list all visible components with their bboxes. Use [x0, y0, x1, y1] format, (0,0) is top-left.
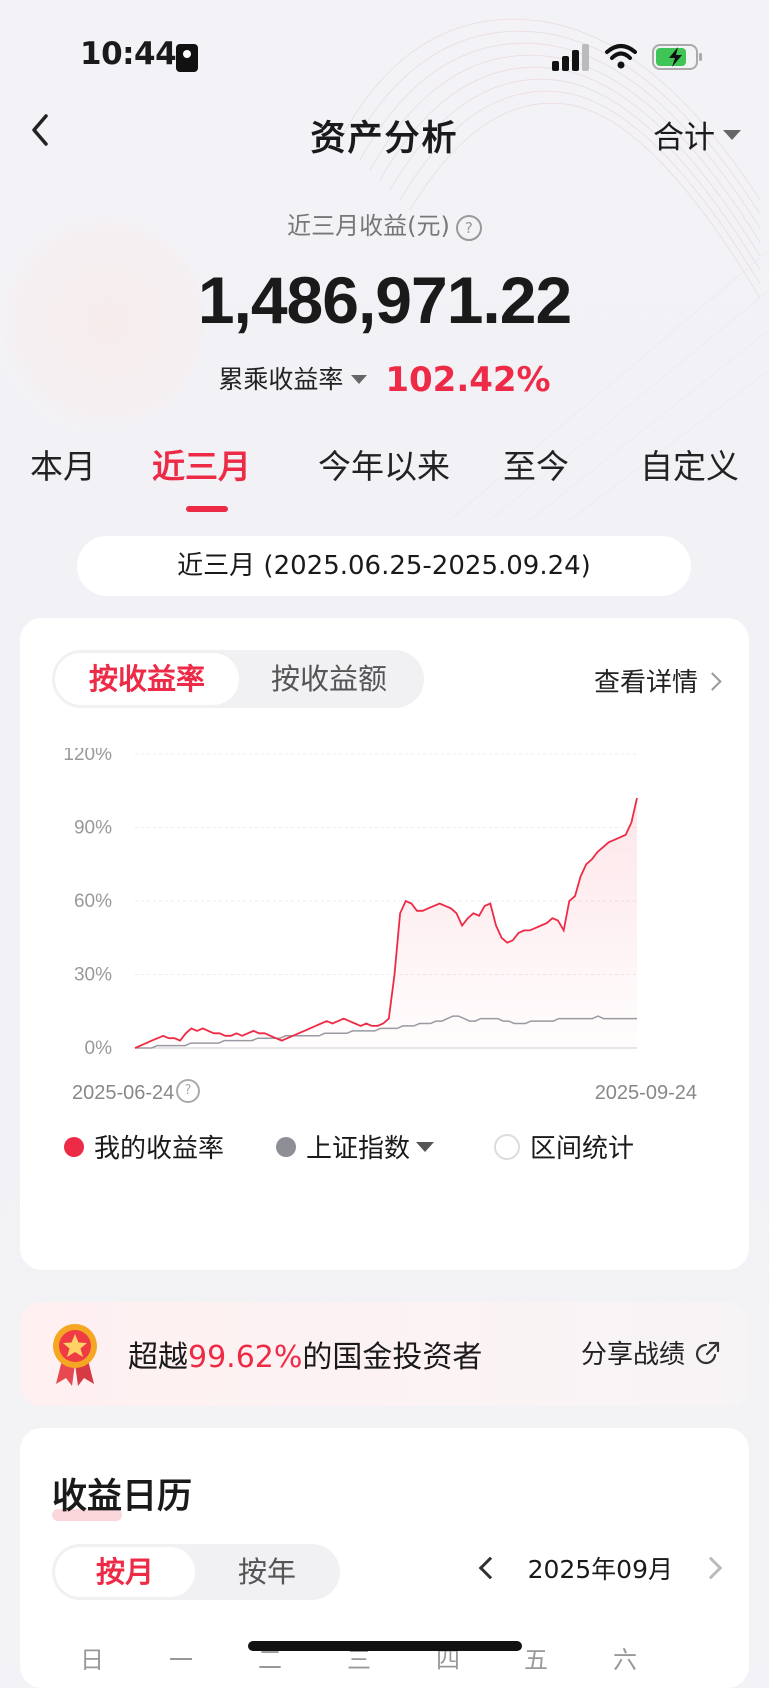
status-time: 10:44	[80, 36, 177, 72]
tab-by-rate[interactable]: 按收益率	[55, 653, 239, 705]
earnings-label: 近三月收益(元)	[287, 212, 450, 240]
home-indicator[interactable]	[248, 1641, 522, 1651]
y-tick-label: 120%	[63, 748, 112, 765]
rate-value: 102.42%	[385, 360, 551, 400]
date-range-pill[interactable]: 近三月 (2025.06.25-2025.09.24)	[77, 536, 691, 596]
tab-last-three-months[interactable]: 近三月	[152, 440, 251, 488]
tab-by-year[interactable]: 按年	[197, 1547, 337, 1597]
calendar-title: 收益日历	[52, 1468, 193, 1521]
weekday-sat: 六	[613, 1646, 637, 1674]
beat-investors-banner[interactable]: 超越99.62%的国金投资者 分享战绩	[20, 1302, 749, 1406]
legend-index[interactable]: 上证指数	[276, 1128, 435, 1165]
share-label: 分享战绩	[580, 1340, 685, 1370]
wifi-icon	[605, 44, 637, 69]
legend-label: 上证指数	[306, 1134, 411, 1164]
red-dot-icon	[64, 1136, 84, 1157]
caret-down-icon	[723, 129, 741, 140]
contact-card-icon	[176, 44, 198, 72]
y-tick-label: 90%	[74, 818, 112, 839]
help-icon[interactable]: ?	[176, 1079, 200, 1103]
tab-since-inception[interactable]: 至今	[503, 440, 569, 488]
legend-my-return[interactable]: 我的收益率	[64, 1128, 224, 1165]
cellular-signal-icon	[552, 44, 589, 71]
calendar-mode-toggle: 按月 按年	[52, 1544, 340, 1600]
share-external-icon	[695, 1341, 720, 1364]
chart-legend: 我的收益率 上证指数 区间统计	[20, 1128, 749, 1168]
y-tick-label: 60%	[74, 891, 112, 912]
rate-type-selector[interactable]: 累乘收益率	[218, 365, 343, 394]
current-month[interactable]: 2025年09月	[528, 1550, 673, 1586]
period-tabs: 本月 近三月 今年以来 至今 自定义	[0, 440, 769, 512]
chart-mode-toggle: 按收益率 按收益额	[52, 650, 424, 708]
legend-label: 我的收益率	[94, 1134, 225, 1164]
tab-year-to-date[interactable]: 今年以来	[318, 440, 450, 488]
month-navigator: 2025年09月	[478, 1550, 723, 1586]
battery-charging-icon	[652, 44, 702, 70]
view-details-label: 查看详情	[593, 668, 698, 698]
medal-icon	[53, 1324, 97, 1386]
scope-label: 合计	[653, 120, 715, 156]
earnings-label-row: 近三月收益(元)?	[0, 206, 769, 241]
beat-prefix: 超越	[128, 1340, 188, 1375]
scope-dropdown[interactable]: 合计	[653, 112, 741, 157]
weekday-sun: 日	[80, 1646, 104, 1674]
calendar-title-text: 收益日历	[52, 1477, 193, 1517]
rate-row: 累乘收益率 102.42%	[0, 360, 769, 400]
chevron-right-icon	[703, 672, 722, 691]
y-tick-label: 0%	[85, 1038, 113, 1059]
tab-by-month[interactable]: 按月	[55, 1547, 195, 1597]
beat-percent: 99.62%	[188, 1340, 303, 1375]
nav-bar: 资产分析 合计	[0, 100, 769, 170]
tab-custom[interactable]: 自定义	[640, 440, 739, 488]
return-chart-card: 按收益率 按收益额 查看详情 120% 90% 60% 30% 0% 2025-06-2…	[20, 618, 749, 1270]
chevron-left-icon[interactable]	[478, 1556, 501, 1580]
legend-label: 区间统计	[530, 1134, 635, 1164]
caret-down-icon	[416, 1141, 435, 1152]
caret-down-icon[interactable]	[351, 375, 368, 384]
chart-end-date: 2025-09-24	[594, 1082, 697, 1104]
earnings-value: 1,486,971.22	[197, 263, 572, 337]
tab-this-month[interactable]: 本月	[30, 440, 96, 488]
status-bar: 10:44	[0, 0, 769, 110]
chart-start-date: 2025-06-24	[72, 1082, 175, 1104]
tab-by-amount[interactable]: 按收益额	[237, 653, 421, 705]
gray-dot-icon	[276, 1136, 296, 1157]
beat-suffix: 的国金投资者	[302, 1340, 483, 1375]
weekday-mon: 一	[169, 1646, 193, 1674]
y-tick-label: 30%	[74, 965, 112, 986]
share-button[interactable]: 分享战绩	[581, 1334, 721, 1371]
radio-circle-icon[interactable]	[494, 1133, 520, 1160]
my-return-area	[135, 798, 637, 1048]
beat-text: 超越99.62%的国金投资者	[128, 1332, 482, 1376]
legend-range-stats[interactable]: 区间统计	[494, 1128, 634, 1165]
view-details-link[interactable]: 查看详情	[593, 662, 722, 699]
active-tab-indicator	[186, 506, 228, 512]
chevron-right-icon[interactable]	[699, 1556, 723, 1580]
help-icon[interactable]: ?	[455, 215, 482, 241]
